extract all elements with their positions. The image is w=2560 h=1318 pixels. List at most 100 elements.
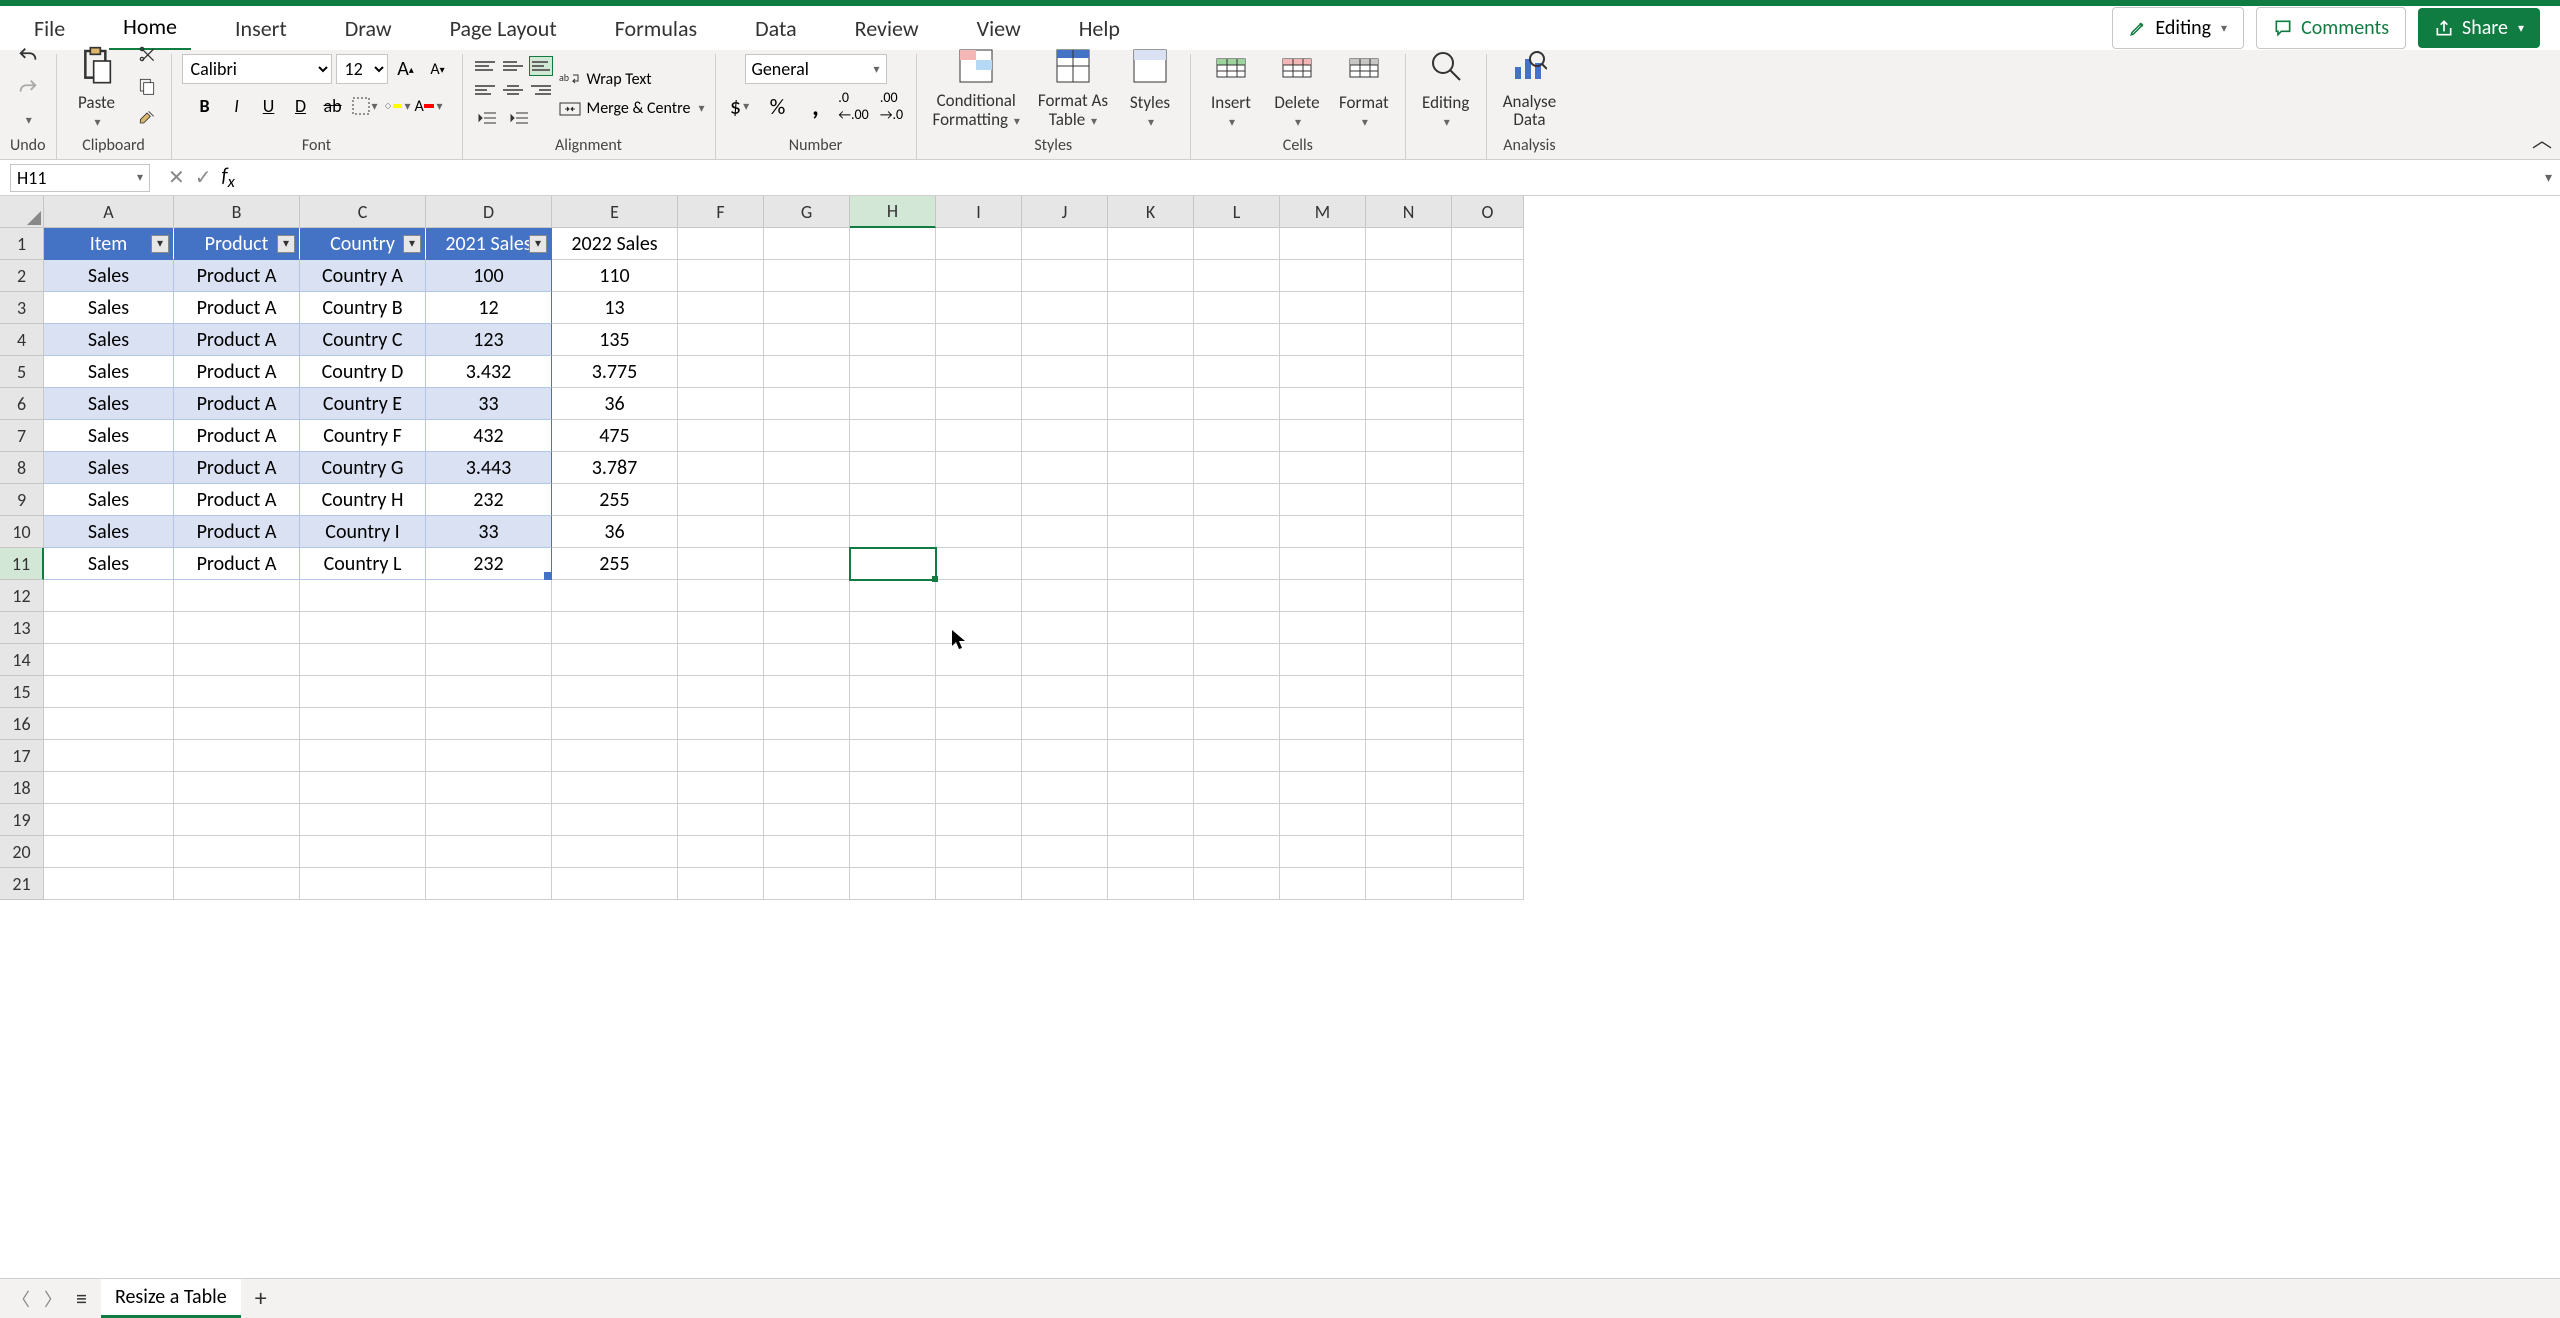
column-header-G[interactable]: G [764, 196, 850, 228]
bold-button[interactable]: B [191, 92, 219, 120]
cell-E14[interactable] [552, 644, 678, 676]
cell-G21[interactable] [764, 868, 850, 900]
cell-C19[interactable] [300, 804, 426, 836]
cell-L13[interactable] [1194, 612, 1280, 644]
cell-E15[interactable] [552, 676, 678, 708]
cell-B4[interactable]: Product A [174, 324, 300, 356]
cell-A15[interactable] [44, 676, 174, 708]
increase-indent-button[interactable] [505, 104, 533, 132]
cell-K21[interactable] [1108, 868, 1194, 900]
filter-button-country[interactable]: ▾ [403, 235, 421, 253]
undo-button[interactable] [14, 42, 42, 70]
cell-K16[interactable] [1108, 708, 1194, 740]
cell-I14[interactable] [936, 644, 1022, 676]
cell-G7[interactable] [764, 420, 850, 452]
cell-I1[interactable] [936, 228, 1022, 260]
cell-J16[interactable] [1022, 708, 1108, 740]
cell-A21[interactable] [44, 868, 174, 900]
cell-B17[interactable] [174, 740, 300, 772]
cell-I12[interactable] [936, 580, 1022, 612]
cell-B12[interactable] [174, 580, 300, 612]
cell-K12[interactable] [1108, 580, 1194, 612]
cell-O17[interactable] [1452, 740, 1524, 772]
cell-A7[interactable]: Sales [44, 420, 174, 452]
cell-O13[interactable] [1452, 612, 1524, 644]
cell-F21[interactable] [678, 868, 764, 900]
cell-E5[interactable]: 3.775 [552, 356, 678, 388]
cell-I10[interactable] [936, 516, 1022, 548]
cell-I19[interactable] [936, 804, 1022, 836]
cell-C6[interactable]: Country E [300, 388, 426, 420]
delete-cells-button[interactable]: Delete ▾ [1267, 38, 1327, 134]
cell-F9[interactable] [678, 484, 764, 516]
cell-D8[interactable]: 3.443 [426, 452, 552, 484]
cell-M7[interactable] [1280, 420, 1366, 452]
cell-A5[interactable]: Sales [44, 356, 174, 388]
font-color-button[interactable]: A▾ [415, 92, 443, 120]
cell-J6[interactable] [1022, 388, 1108, 420]
all-sheets-button[interactable]: ≡ [76, 1285, 87, 1312]
cell-D20[interactable] [426, 836, 552, 868]
cell-F12[interactable] [678, 580, 764, 612]
cell-H4[interactable] [850, 324, 936, 356]
cell-I4[interactable] [936, 324, 1022, 356]
cell-I18[interactable] [936, 772, 1022, 804]
cell-E17[interactable] [552, 740, 678, 772]
cell-C3[interactable]: Country B [300, 292, 426, 324]
cell-B5[interactable]: Product A [174, 356, 300, 388]
cell-J2[interactable] [1022, 260, 1108, 292]
cell-N14[interactable] [1366, 644, 1452, 676]
cell-M2[interactable] [1280, 260, 1366, 292]
filter-button-product[interactable]: ▾ [277, 235, 295, 253]
cell-J11[interactable] [1022, 548, 1108, 580]
expand-formula-bar-button[interactable]: ▾ [2545, 169, 2552, 186]
cell-M3[interactable] [1280, 292, 1366, 324]
cell-F10[interactable] [678, 516, 764, 548]
cell-E1[interactable]: 2022 Sales [552, 228, 678, 260]
column-header-L[interactable]: L [1194, 196, 1280, 228]
cell-H1[interactable] [850, 228, 936, 260]
row-header-21[interactable]: 21 [0, 868, 44, 900]
cell-F11[interactable] [678, 548, 764, 580]
cell-C16[interactable] [300, 708, 426, 740]
tab-review[interactable]: Review [841, 7, 933, 50]
cell-B19[interactable] [174, 804, 300, 836]
cell-J19[interactable] [1022, 804, 1108, 836]
share-button[interactable]: Share ▾ [2418, 8, 2540, 48]
cell-K14[interactable] [1108, 644, 1194, 676]
cell-M21[interactable] [1280, 868, 1366, 900]
cell-J18[interactable] [1022, 772, 1108, 804]
cell-C13[interactable] [300, 612, 426, 644]
cell-C18[interactable] [300, 772, 426, 804]
underline-button[interactable]: U [255, 92, 283, 120]
cell-G12[interactable] [764, 580, 850, 612]
cell-E19[interactable] [552, 804, 678, 836]
cell-M8[interactable] [1280, 452, 1366, 484]
cell-G5[interactable] [764, 356, 850, 388]
formula-input[interactable] [235, 164, 2545, 192]
cell-H15[interactable] [850, 676, 936, 708]
cell-M10[interactable] [1280, 516, 1366, 548]
cell-I5[interactable] [936, 356, 1022, 388]
row-header-11[interactable]: 11 [0, 548, 44, 580]
cell-H3[interactable] [850, 292, 936, 324]
cell-C21[interactable] [300, 868, 426, 900]
cell-A8[interactable]: Sales [44, 452, 174, 484]
cell-O1[interactable] [1452, 228, 1524, 260]
cell-I8[interactable] [936, 452, 1022, 484]
cell-I11[interactable] [936, 548, 1022, 580]
align-middle-button[interactable] [501, 56, 525, 76]
cell-H21[interactable] [850, 868, 936, 900]
cell-H16[interactable] [850, 708, 936, 740]
row-header-18[interactable]: 18 [0, 772, 44, 804]
undo-dropdown[interactable]: ▾ [14, 106, 42, 134]
cell-D19[interactable] [426, 804, 552, 836]
cell-K17[interactable] [1108, 740, 1194, 772]
row-header-17[interactable]: 17 [0, 740, 44, 772]
cell-F18[interactable] [678, 772, 764, 804]
cell-B10[interactable]: Product A [174, 516, 300, 548]
filter-button-2021-sales[interactable]: ▾ [529, 235, 547, 253]
cell-G9[interactable] [764, 484, 850, 516]
cell-C5[interactable]: Country D [300, 356, 426, 388]
cell-K13[interactable] [1108, 612, 1194, 644]
